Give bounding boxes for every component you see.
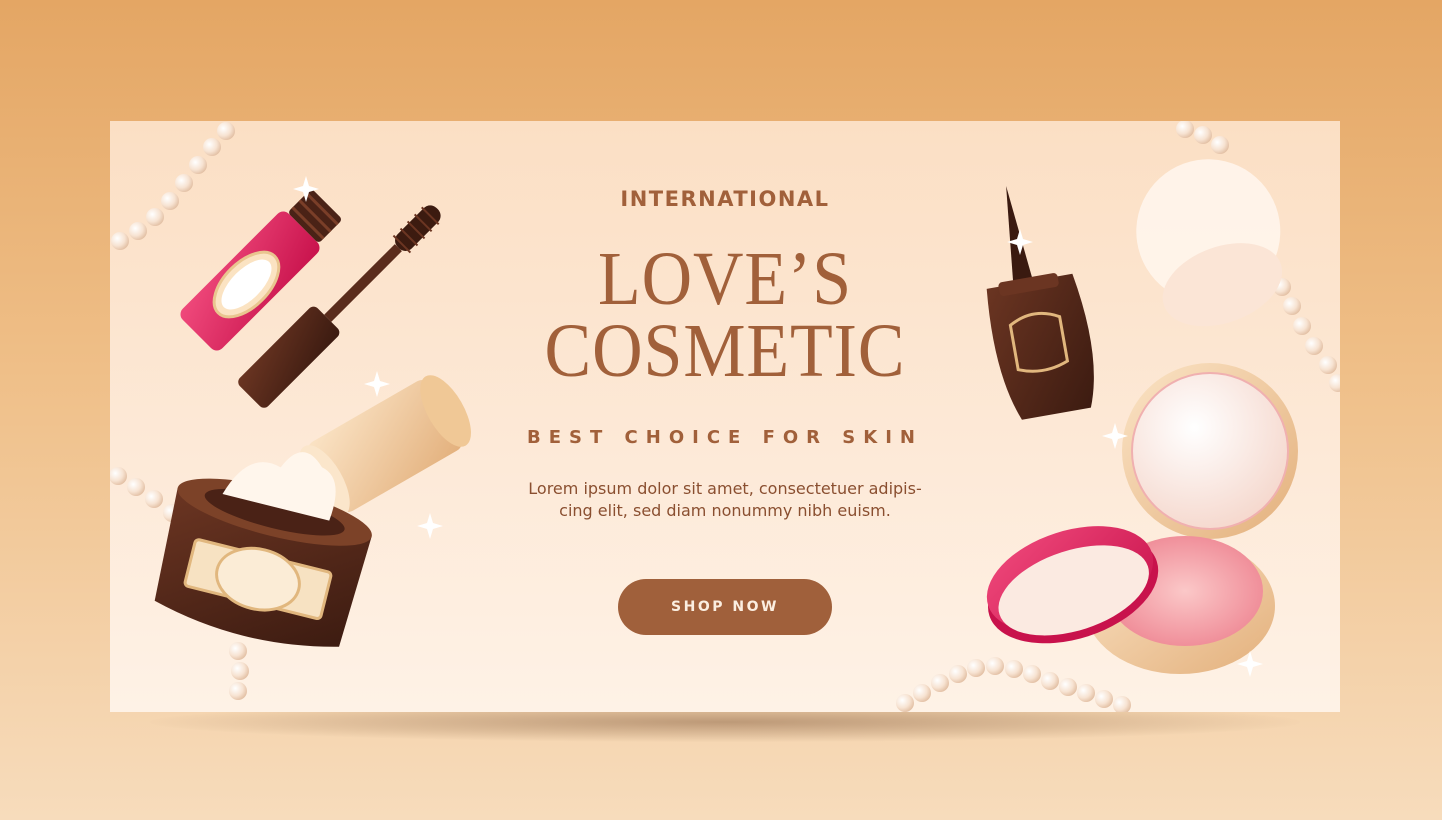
body-line-1: Lorem ipsum dolor sit amet, consectetuer… <box>528 479 922 498</box>
body-line-2: cing elit, sed diam nonummy nibh euism. <box>559 501 891 520</box>
title-line-1: LOVE’S <box>597 237 853 321</box>
banner-title: LOVE’S COSMETIC <box>509 237 941 393</box>
nail-polish-icon <box>986 185 1094 420</box>
eyebrow-text: INTERNATIONAL <box>620 187 830 211</box>
pearl-string-icon <box>896 657 1131 712</box>
shop-now-button[interactable]: SHOP NOW <box>618 579 832 635</box>
powder-puff-icon <box>1136 159 1283 327</box>
promo-banner: INTERNATIONAL LOVE’S COSMETIC BEST CHOIC… <box>110 121 1340 712</box>
tagline: BEST CHOICE FOR SKIN <box>527 427 923 448</box>
title-line-2: COSMETIC <box>544 309 906 393</box>
compact-powder-icon <box>1085 363 1298 674</box>
body-text: Lorem ipsum dolor sit amet, consectetuer… <box>490 478 960 522</box>
pearl-string-icon <box>111 122 235 250</box>
